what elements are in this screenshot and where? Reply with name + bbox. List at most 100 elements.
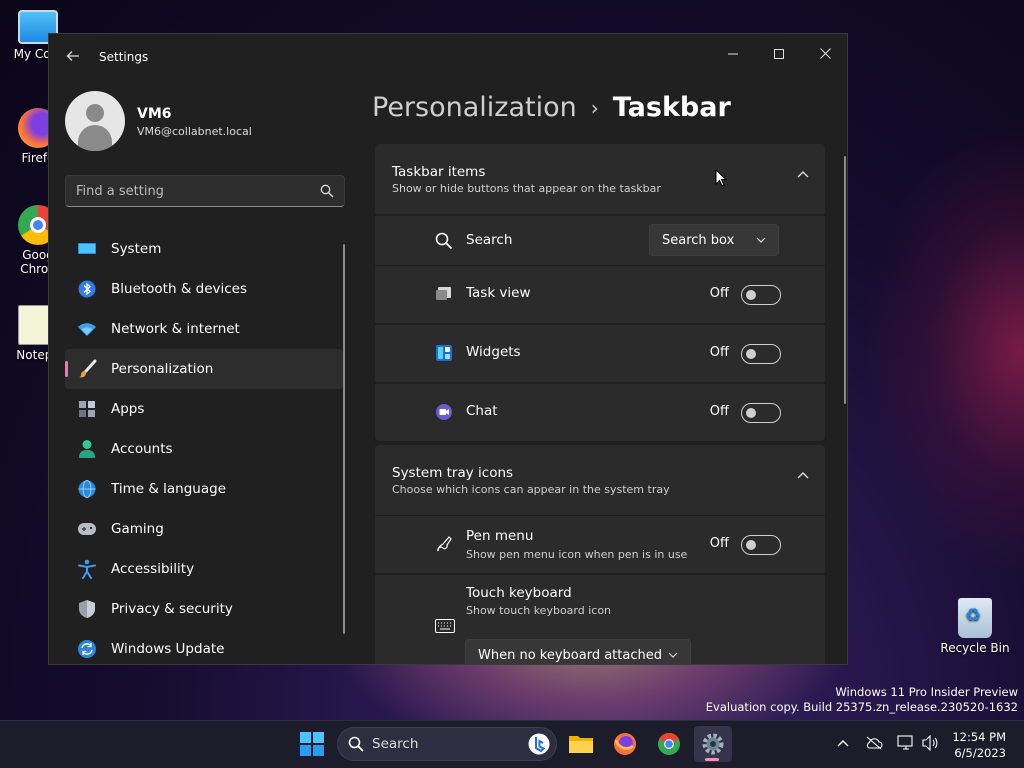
taskbar-clock[interactable]: 12:54 PM 6/5/2023 — [952, 729, 1006, 761]
dropdown-value: When no keyboard attached — [478, 647, 662, 663]
sidebar-item-label: Accounts — [111, 441, 173, 457]
search-icon — [320, 184, 334, 198]
sidebar-item-apps[interactable]: Apps — [65, 389, 343, 429]
maximize-icon — [774, 49, 784, 59]
setting-row-touch-keyboard: Touch keyboard Show touch keyboard icon … — [375, 574, 825, 664]
clock-time: 12:54 PM — [952, 730, 1006, 744]
accessibility-icon — [77, 559, 97, 579]
search-icon — [435, 232, 453, 250]
toggle-state-text: Off — [709, 536, 729, 551]
setting-label: Chat — [466, 403, 498, 419]
sidebar-item-label: Apps — [111, 401, 145, 417]
desktop-icon-recycle-bin[interactable]: ♻ Recycle Bin — [940, 598, 1010, 655]
network-monitor-icon — [897, 735, 913, 750]
sidebar-item-system[interactable]: System — [65, 229, 343, 269]
sidebar-item-label: Personalization — [111, 361, 214, 377]
taskbar-chrome[interactable] — [650, 726, 688, 762]
globe-clock-icon — [77, 479, 97, 499]
system-tray-icons-header[interactable]: System tray icons Choose which icons can… — [375, 445, 825, 515]
firefox-icon — [614, 733, 636, 755]
sidebar-item-label: Gaming — [111, 521, 164, 537]
sidebar-item-personalization[interactable]: Personalization — [65, 349, 343, 389]
mouse-cursor-icon — [715, 169, 727, 187]
watermark-build: Evaluation copy. Build 25375.zn_release.… — [705, 700, 1018, 714]
task-view-icon — [436, 287, 451, 300]
onedrive-button[interactable] — [864, 733, 884, 753]
chevron-down-icon — [668, 652, 678, 658]
setting-description: Show touch keyboard icon — [466, 604, 612, 617]
taskbar-items-header[interactable]: Taskbar items Show or hide buttons that … — [375, 144, 825, 214]
sidebar-item-label: Bluetooth & devices — [111, 281, 248, 297]
breadcrumb-parent[interactable]: Personalization — [372, 92, 577, 123]
desktop-icon-label: Recycle Bin — [940, 641, 1010, 655]
setting-row-chat: Chat Off — [375, 383, 825, 441]
recycle-bin-icon: ♻ — [958, 598, 992, 638]
maximize-button[interactable] — [757, 40, 801, 70]
apps-icon — [77, 399, 97, 419]
sidebar-item-gaming[interactable]: Gaming — [65, 509, 343, 549]
sidebar-item-network-internet[interactable]: Network & internet — [65, 309, 343, 349]
avatar[interactable] — [65, 91, 125, 151]
chevron-up-icon[interactable] — [797, 471, 809, 479]
widgets-icon — [436, 345, 452, 361]
section-title: Taskbar items — [392, 164, 486, 180]
start-button[interactable] — [293, 726, 331, 762]
close-icon — [819, 48, 831, 59]
sidebar-item-label: System — [111, 241, 162, 257]
sidebar-item-label: Time & language — [111, 481, 227, 497]
evaluation-watermark: Windows 11 Pro Insider Preview Evaluatio… — [706, 685, 1018, 715]
watermark-edition: Windows 11 Pro Insider Preview — [835, 685, 1018, 699]
update-icon — [77, 639, 97, 659]
chat-toggle[interactable] — [741, 403, 781, 423]
sidebar-item-label: Windows Update — [111, 641, 225, 657]
volume-button[interactable] — [920, 733, 940, 753]
chat-icon — [436, 404, 452, 420]
window-title: Settings — [99, 50, 149, 64]
back-button[interactable] — [63, 48, 83, 68]
search-mode-dropdown[interactable]: Search box — [649, 224, 779, 256]
sidebar-nav: System Bluetooth & devices Network & int… — [65, 229, 343, 664]
title-bar[interactable]: Settings — [49, 34, 847, 82]
taskbar-search[interactable] — [337, 727, 557, 761]
person-icon — [86, 104, 104, 122]
minimize-button[interactable] — [711, 40, 755, 70]
setting-description: Show pen menu icon when pen is in use — [466, 548, 688, 561]
find-setting-search[interactable] — [65, 175, 345, 207]
close-button[interactable] — [803, 40, 847, 70]
sidebar-scrollbar[interactable] — [343, 244, 345, 634]
shield-icon — [77, 599, 97, 619]
search-input[interactable] — [66, 176, 344, 206]
minimize-icon — [728, 53, 738, 55]
pen-icon — [437, 536, 452, 552]
taskbar-search-input[interactable] — [364, 736, 514, 752]
touch-keyboard-dropdown[interactable]: When no keyboard attached — [465, 639, 691, 664]
pen-menu-toggle[interactable] — [741, 535, 781, 555]
setting-label: Touch keyboard — [466, 585, 572, 601]
sidebar-item-windows-update[interactable]: Windows Update — [65, 629, 343, 664]
toggle-state-text: Off — [709, 404, 729, 419]
sidebar-item-label: Network & internet — [111, 321, 240, 337]
toggle-state-text: Off — [709, 286, 729, 301]
chevron-up-icon[interactable] — [797, 170, 809, 178]
widgets-toggle[interactable] — [741, 344, 781, 364]
person-icon — [77, 439, 97, 459]
keyboard-icon — [435, 619, 455, 633]
search-icon — [348, 736, 364, 752]
content-scrollbar[interactable] — [844, 156, 846, 404]
gear-icon — [702, 733, 724, 755]
taskbar-firefox[interactable] — [606, 726, 644, 762]
sidebar-item-accounts[interactable]: Accounts — [65, 429, 343, 469]
breadcrumb: Personalization › Taskbar — [372, 92, 731, 123]
sidebar-item-label: Accessibility — [111, 561, 195, 577]
section-title: System tray icons — [392, 465, 514, 481]
sidebar-item-time-language[interactable]: Time & language — [65, 469, 343, 509]
show-hidden-icons-button[interactable] — [833, 733, 853, 753]
taskbar-settings[interactable] — [694, 726, 732, 762]
task-view-toggle[interactable] — [741, 285, 781, 305]
sidebar-item-privacy-security[interactable]: Privacy & security — [65, 589, 343, 629]
sidebar-item-bluetooth-devices[interactable]: Bluetooth & devices — [65, 269, 343, 309]
network-button[interactable] — [896, 733, 916, 753]
taskbar-file-explorer[interactable] — [562, 726, 600, 762]
setting-row-widgets: Widgets Off — [375, 324, 825, 382]
sidebar-item-accessibility[interactable]: Accessibility — [65, 549, 343, 589]
